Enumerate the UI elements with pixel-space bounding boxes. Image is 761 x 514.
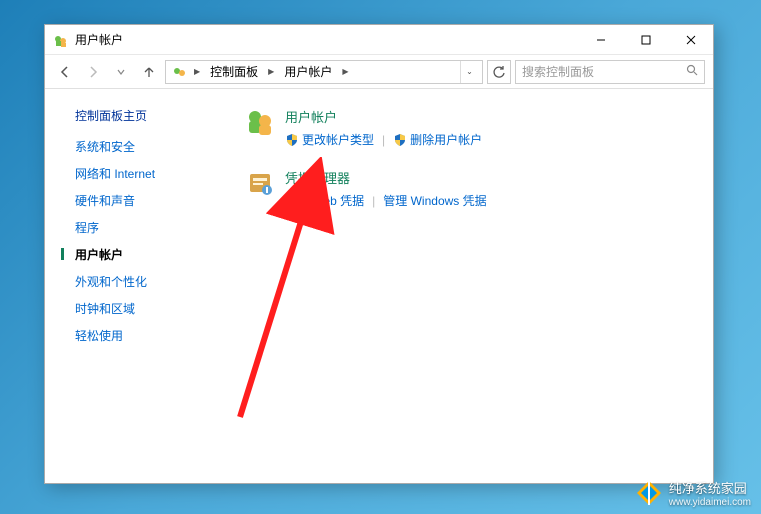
- content-area: 控制面板主页 系统和安全网络和 Internet硬件和声音程序用户帐户外观和个性…: [45, 89, 713, 483]
- shield-icon: [285, 133, 299, 147]
- divider: |: [372, 194, 375, 208]
- breadcrumb-icon: [172, 64, 188, 80]
- sidebar-item[interactable]: 网络和 Internet: [75, 165, 235, 182]
- sidebar: 控制面板主页 系统和安全网络和 Internet 硬件和声音程序用户帐户外观和个性…: [45, 89, 235, 483]
- breadcrumb-bar[interactable]: ▶ 控制面板 ▶ 用户帐户 ▶ ⌄: [165, 60, 483, 84]
- link-label: 删除用户帐户: [410, 131, 482, 148]
- watermark-icon: [635, 479, 663, 507]
- sidebar-title[interactable]: 控制面板主页: [75, 107, 235, 124]
- watermark-title: 纯净系统家园: [669, 478, 751, 497]
- link-label: 更改帐户类型: [302, 131, 374, 148]
- window-title: 用户帐户: [75, 31, 123, 48]
- category-link[interactable]: 更改帐户类型: [285, 131, 374, 148]
- breadcrumb-segment[interactable]: 控制面板: [204, 61, 264, 83]
- breadcrumb-dropdown[interactable]: ⌄: [460, 61, 478, 83]
- titlebar: 用户帐户: [45, 25, 713, 55]
- user-accounts-icon: [245, 107, 275, 137]
- link-label: 管理 Web 凭据: [285, 192, 364, 209]
- close-button[interactable]: [668, 25, 713, 54]
- link-label: 管理 Windows 凭据: [383, 192, 486, 209]
- control-panel-window: 用户帐户: [44, 24, 714, 484]
- category-title[interactable]: 用户帐户: [285, 107, 693, 126]
- search-box[interactable]: [515, 60, 705, 84]
- sidebar-item[interactable]: 硬件和声音: [75, 192, 235, 209]
- sidebar-item[interactable]: 系统和安全: [75, 138, 235, 155]
- chevron-right-icon: ▶: [340, 67, 350, 76]
- category-link[interactable]: 管理 Windows 凭据: [383, 192, 486, 209]
- navigation-bar: ▶ 控制面板 ▶ 用户帐户 ▶ ⌄: [45, 55, 713, 89]
- divider: |: [382, 133, 385, 147]
- sidebar-item[interactable]: 轻松使用: [75, 327, 235, 344]
- refresh-button[interactable]: [487, 60, 511, 84]
- sidebar-item[interactable]: 程序: [75, 219, 235, 236]
- credential-manager-icon: [245, 168, 275, 198]
- category-link[interactable]: 删除用户帐户: [393, 131, 482, 148]
- category-title[interactable]: 凭据管理器: [285, 168, 693, 187]
- category-link[interactable]: 管理 Web 凭据: [285, 192, 364, 209]
- recent-dropdown[interactable]: [109, 60, 133, 84]
- window-icon: [53, 32, 69, 48]
- sidebar-item[interactable]: 时钟和区域: [75, 300, 235, 317]
- sidebar-item[interactable]: 外观和个性化: [75, 273, 235, 290]
- forward-button[interactable]: [81, 60, 105, 84]
- chevron-right-icon: ▶: [266, 67, 276, 76]
- minimize-button[interactable]: [578, 25, 623, 54]
- watermark: 纯净系统家园 www.yidaimei.com: [635, 478, 751, 508]
- search-icon: [686, 64, 698, 79]
- search-input[interactable]: [522, 65, 686, 79]
- up-button[interactable]: [137, 60, 161, 84]
- back-button[interactable]: [53, 60, 77, 84]
- category: 凭据管理器管理 Web 凭据 | 管理 Windows 凭据: [245, 168, 693, 209]
- chevron-right-icon: ▶: [192, 67, 202, 76]
- maximize-button[interactable]: [623, 25, 668, 54]
- breadcrumb-segment[interactable]: 用户帐户: [278, 61, 338, 83]
- shield-icon: [393, 133, 407, 147]
- watermark-url: www.yidaimei.com: [669, 497, 751, 508]
- main-panel: 用户帐户更改帐户类型 | 删除用户帐户凭据管理器管理 Web 凭据 | 管理 Windo…: [235, 89, 713, 483]
- sidebar-item[interactable]: 用户帐户: [75, 246, 235, 263]
- category: 用户帐户更改帐户类型 | 删除用户帐户: [245, 107, 693, 148]
